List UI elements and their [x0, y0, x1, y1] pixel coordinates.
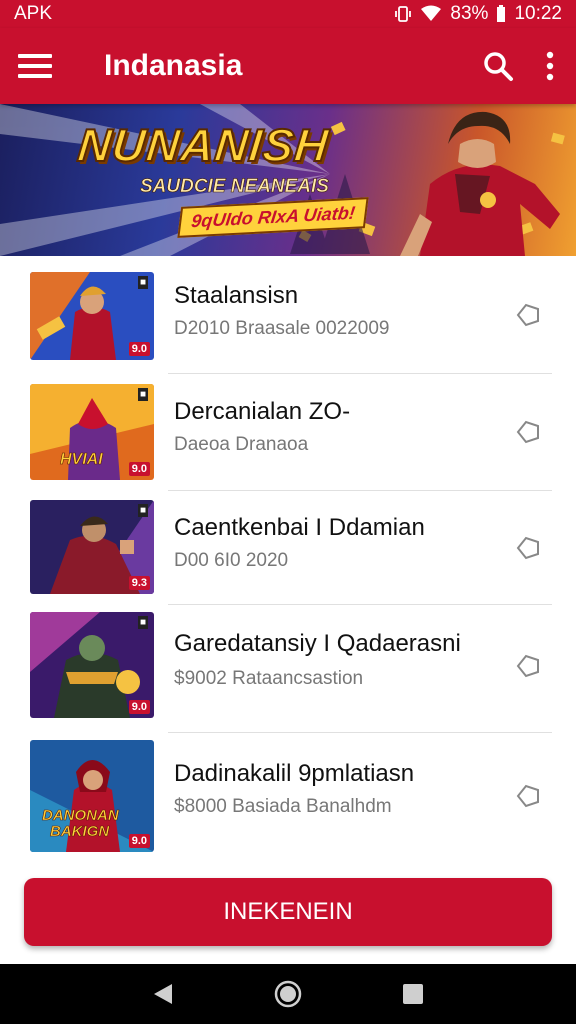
menu-icon	[18, 54, 52, 78]
vibrate-icon	[395, 6, 412, 22]
thumbnail-corner-mark: ■	[137, 276, 148, 289]
rating-badge: 9.0	[128, 462, 150, 476]
list-item[interactable]: HVIAI ■ 9.0 Dercanialan ZO- Daeoa Dranao…	[0, 374, 576, 490]
chevron-right-outline-icon[interactable]	[512, 299, 544, 331]
more-options-button[interactable]	[524, 28, 576, 104]
item-title: Staalansisn	[174, 282, 299, 309]
search-icon	[484, 52, 513, 81]
item-title: Caentkenbai I Ddamian	[174, 514, 425, 541]
rating-badge: 9.3	[128, 576, 150, 590]
back-icon	[153, 984, 172, 1004]
list-item[interactable]: ■ 9.0 Staalansisn D2010 Braasale 0022009	[0, 256, 576, 374]
system-nav-bar	[0, 964, 576, 1024]
search-button[interactable]	[472, 28, 524, 104]
item-title: Dercanialan ZO-	[174, 398, 351, 425]
item-thumbnail: ■ 9.0	[30, 612, 154, 718]
status-bar: APK 83% 10:22	[0, 0, 576, 28]
recents-icon	[403, 984, 424, 1004]
banner-subtitle: SAUDCIE NEANEAIS	[140, 176, 330, 198]
rating-badge: 9.0	[128, 342, 150, 356]
thumbnail-corner-mark: ■	[137, 616, 148, 629]
list-item[interactable]: ■ 9.0 Garedatansiy I Qadaerasni $9002 Ra…	[0, 604, 576, 730]
item-thumbnail: ■ 9.0	[30, 272, 154, 360]
thumbnail-corner-mark: ■	[137, 388, 148, 401]
item-title: Garedatansiy I Qadaerasni	[174, 630, 461, 657]
battery-icon	[497, 5, 506, 22]
battery-percent: 83%	[450, 3, 489, 24]
more-vertical-icon	[546, 51, 554, 81]
svg-text:BAKIGN: BAKIGN	[50, 823, 110, 840]
back-button[interactable]	[143, 974, 183, 1014]
hero-character-illustration	[400, 111, 560, 256]
item-subtitle: $9002 Rataancsastion	[174, 668, 364, 689]
recents-button[interactable]	[393, 974, 433, 1014]
menu-button[interactable]	[0, 28, 70, 104]
item-title: Dadinakalil 9pmlatiasn	[174, 760, 415, 787]
chevron-right-outline-icon[interactable]	[512, 650, 544, 682]
item-subtitle: D2010 Braasale 0022009	[174, 318, 390, 339]
wifi-icon	[421, 5, 442, 21]
app-title: Indanasia	[104, 49, 243, 82]
rating-badge: 9.0	[128, 834, 150, 848]
rating-badge: 9.0	[128, 700, 150, 714]
item-subtitle: $8000 Basiada Banalhdm	[174, 796, 392, 817]
primary-action-button[interactable]: INEKENEIN	[24, 878, 552, 946]
home-button[interactable]	[268, 974, 308, 1014]
status-right: 83% 10:22	[394, 3, 562, 25]
chevron-right-outline-icon[interactable]	[512, 780, 544, 812]
app-bar: Indanasia	[0, 28, 576, 104]
chevron-right-outline-icon[interactable]	[512, 416, 544, 448]
home-icon	[274, 980, 302, 1008]
chevron-right-outline-icon[interactable]	[512, 532, 544, 564]
promo-banner[interactable]: NUNANISH SAUDCIE NEANEAIS 9qUIdo RIxA Ui…	[0, 104, 576, 256]
svg-text:DANONAN: DANONAN	[42, 807, 120, 824]
svg-text:HVIAI: HVIAI	[60, 451, 103, 468]
clock: 10:22	[514, 3, 562, 24]
thumbnail-corner-mark: ■	[137, 504, 148, 517]
item-subtitle: Daeoa Dranaoa	[174, 434, 309, 455]
banner-title: NUNANISH	[74, 118, 332, 172]
item-thumbnail: HVIAI ■ 9.0	[30, 384, 154, 480]
list-item[interactable]: DANONAN BAKIGN 9.0 Dadinakalil 9pmlatias…	[0, 732, 576, 858]
item-thumbnail: ■ 9.3	[30, 500, 154, 594]
item-subtitle: D00 6I0 2020	[174, 550, 289, 571]
status-left-text: APK	[14, 3, 53, 24]
list-item[interactable]: ■ 9.3 Caentkenbai I Ddamian D00 6I0 2020	[0, 490, 576, 604]
item-thumbnail: DANONAN BAKIGN 9.0	[30, 740, 154, 852]
